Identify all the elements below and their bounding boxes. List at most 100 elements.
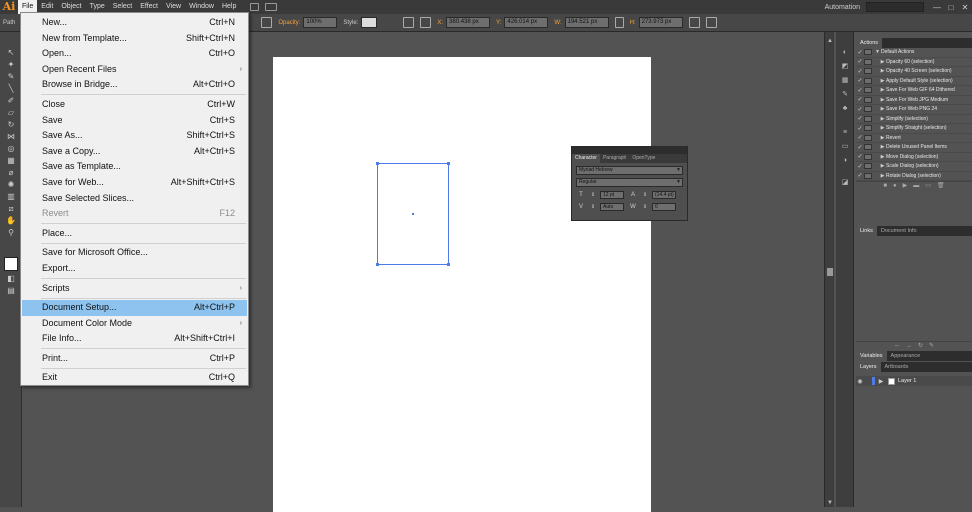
- stepper-icon[interactable]: ⇕: [642, 204, 648, 210]
- menu-item-new[interactable]: New... Ctrl+N: [21, 15, 248, 31]
- dialog-toggle-icon[interactable]: [864, 144, 872, 151]
- w-field[interactable]: 194.521 px: [564, 17, 609, 28]
- transparency-panel-icon[interactable]: ◑: [840, 156, 850, 165]
- x-field[interactable]: 380.438 px: [446, 17, 491, 28]
- toggle-check-icon[interactable]: ✓: [856, 68, 864, 75]
- trash-icon[interactable]: 🗑: [937, 182, 945, 190]
- tab-links[interactable]: Links: [856, 226, 877, 236]
- eyedropper-tool-icon[interactable]: ⌀: [6, 168, 16, 177]
- stepper-icon[interactable]: ⇕: [590, 192, 596, 198]
- font-size-field[interactable]: 12 pt: [600, 191, 624, 199]
- stepper-icon[interactable]: ⇕: [642, 192, 648, 198]
- stop-icon[interactable]: ■: [883, 182, 887, 190]
- expand-triangle-icon[interactable]: ▶: [879, 78, 886, 84]
- color-panel-icon[interactable]: ◐: [840, 48, 850, 57]
- stepper-icon[interactable]: ⇕: [590, 204, 596, 210]
- menu-item-document-setup[interactable]: Document Setup... Alt+Ctrl+P: [22, 300, 247, 316]
- dialog-toggle-icon[interactable]: [864, 87, 872, 94]
- leading-field[interactable]: (14.4 pt): [652, 191, 676, 199]
- expand-triangle-icon[interactable]: ▶: [879, 116, 886, 122]
- maximize-button[interactable]: □: [944, 3, 958, 12]
- minimize-button[interactable]: —: [930, 3, 944, 12]
- color-guide-icon[interactable]: ◩: [840, 62, 850, 71]
- magic-wand-tool-icon[interactable]: ✦: [6, 60, 16, 69]
- expand-layer-icon[interactable]: ▶: [877, 378, 885, 385]
- dialog-toggle-icon[interactable]: [864, 125, 872, 132]
- graphic-style-icon[interactable]: [261, 17, 273, 28]
- font-family-dropdown[interactable]: Myriad Hebrew ▼: [576, 166, 683, 175]
- action-row[interactable]: ✓ ▶ Scale Dialog (selection): [856, 162, 972, 172]
- relink-icon[interactable]: ⇔: [894, 342, 900, 350]
- action-row[interactable]: ✓ ▶ Save For Web GIF 64 Dithered: [856, 86, 972, 96]
- tab-opentype[interactable]: OpenType: [629, 154, 658, 163]
- transform-reference-icon[interactable]: [420, 17, 432, 28]
- kerning-field[interactable]: Auto: [600, 203, 624, 211]
- toggle-check-icon[interactable]: ✓: [856, 58, 864, 65]
- new-set-icon[interactable]: ▬: [913, 182, 919, 190]
- menu-item-save-as-template[interactable]: Save as Template...: [21, 159, 248, 175]
- toggle-check-icon[interactable]: ✓: [856, 153, 864, 160]
- menu-item-open-recent-files[interactable]: Open Recent Files ›: [21, 62, 248, 78]
- record-icon[interactable]: ●: [893, 182, 897, 190]
- menu-item-save-for-web[interactable]: Save for Web... Alt+Shift+Ctrl+S: [21, 175, 248, 191]
- dialog-toggle-icon[interactable]: [864, 96, 872, 103]
- selected-rectangle[interactable]: [376, 162, 450, 266]
- toggle-check-icon[interactable]: ✓: [856, 106, 864, 113]
- swatches-panel-icon[interactable]: ▦: [840, 76, 850, 85]
- tab-appearance[interactable]: Appearance: [887, 351, 925, 361]
- toggle-check-icon[interactable]: ✓: [856, 115, 864, 122]
- expand-triangle-icon[interactable]: ▶: [879, 154, 886, 160]
- layer-name[interactable]: Layer 1: [898, 378, 916, 384]
- action-row[interactable]: ✓ ▶ Move Dialog (selection): [856, 153, 972, 162]
- toggle-check-icon[interactable]: ✓: [856, 77, 864, 84]
- color-mode-icon[interactable]: ▤: [6, 286, 16, 295]
- symbol-sprayer-tool-icon[interactable]: ✺: [6, 180, 16, 189]
- expand-triangle-icon[interactable]: ▶: [879, 173, 886, 179]
- menu-item-export[interactable]: Export...: [21, 261, 248, 277]
- scroll-down-icon[interactable]: ▼: [826, 500, 834, 506]
- menu-item-open[interactable]: Open... Ctrl+O: [21, 46, 248, 62]
- dialog-toggle-icon[interactable]: [864, 163, 872, 170]
- style-swatch[interactable]: [361, 17, 378, 28]
- tab-variables[interactable]: Variables: [856, 351, 887, 361]
- dialog-toggle-icon[interactable]: [864, 77, 872, 84]
- toggle-check-icon[interactable]: ✓: [856, 49, 864, 56]
- tab-artboards[interactable]: Artboards: [881, 362, 913, 372]
- action-row[interactable]: ✓ ▶ Simplify Straight (selection): [856, 124, 972, 134]
- menu-item-revert[interactable]: Revert F12: [21, 206, 248, 222]
- line-tool-icon[interactable]: ╲: [6, 84, 16, 93]
- graphic-styles-panel-icon[interactable]: ◪: [840, 178, 850, 187]
- toggle-check-icon[interactable]: ✓: [856, 87, 864, 94]
- fill-swatch[interactable]: [4, 257, 18, 271]
- h-field[interactable]: 273.973 px: [638, 17, 683, 28]
- zoom-tool-icon[interactable]: ⚲: [6, 228, 16, 237]
- new-action-icon[interactable]: ▭: [925, 182, 931, 190]
- menu-item-new-from-template[interactable]: New from Template... Shift+Ctrl+N: [21, 31, 248, 47]
- action-row[interactable]: ✓ ▶ Opacity 60 (selection): [856, 58, 972, 67]
- control-panel-menu-icon[interactable]: [705, 17, 717, 28]
- edit-original-icon[interactable]: ✎: [929, 342, 934, 350]
- selection-handle[interactable]: [447, 263, 450, 266]
- menu-item-browse-in-bridge[interactable]: Browse in Bridge... Alt+Ctrl+O: [21, 77, 248, 93]
- tab-document-info[interactable]: Document Info: [877, 226, 921, 236]
- go-to-link-icon[interactable]: →: [906, 342, 912, 350]
- expand-triangle-icon[interactable]: ▶: [879, 97, 886, 103]
- pencil-tool-icon[interactable]: ✐: [6, 96, 16, 105]
- workspace-switcher[interactable]: Automation: [819, 4, 866, 11]
- search-input[interactable]: [866, 2, 924, 12]
- update-link-icon[interactable]: ↻: [918, 342, 923, 350]
- menu-item-file-info[interactable]: File Info... Alt+Shift+Ctrl+I: [21, 331, 248, 347]
- arrange-documents-icon[interactable]: [265, 3, 278, 11]
- dialog-toggle-icon[interactable]: [864, 172, 872, 179]
- toggle-check-icon[interactable]: ✓: [856, 96, 864, 103]
- expand-triangle-icon[interactable]: ▶: [879, 87, 886, 93]
- toggle-check-icon[interactable]: ✓: [856, 172, 864, 179]
- action-row[interactable]: ✓ ▶ Save For Web PNG 24: [856, 105, 972, 115]
- menu-item-scripts[interactable]: Scripts ›: [21, 281, 248, 297]
- y-field[interactable]: 426.014 px: [504, 17, 549, 28]
- slice-tool-icon[interactable]: ⧄: [6, 204, 16, 213]
- dialog-toggle-icon[interactable]: [864, 58, 872, 65]
- tab-character[interactable]: Character: [572, 154, 600, 163]
- dialog-toggle-icon[interactable]: [864, 134, 872, 141]
- selection-handle[interactable]: [376, 263, 379, 266]
